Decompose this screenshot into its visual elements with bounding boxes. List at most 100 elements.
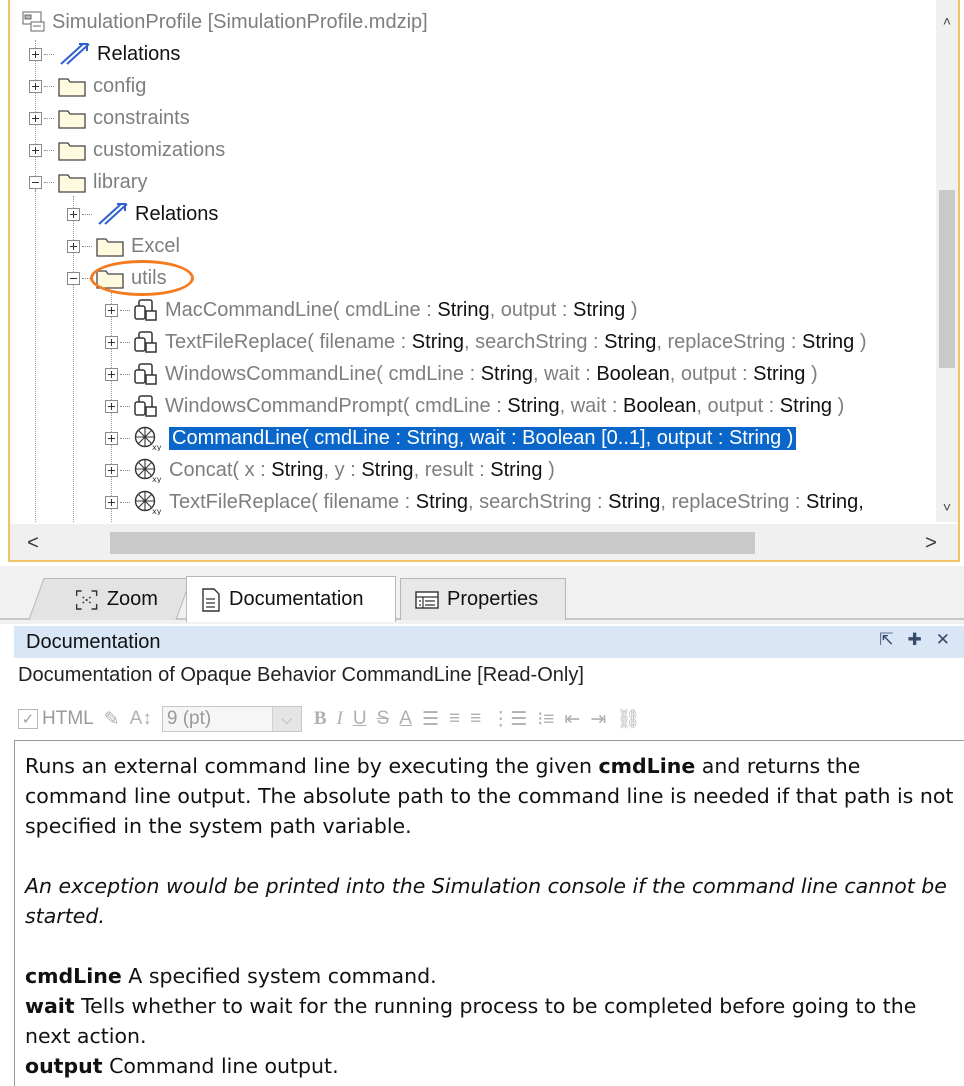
tab-properties[interactable]: Properties bbox=[400, 578, 566, 620]
tree-item-label: customizations bbox=[93, 138, 226, 161]
expand-toggle[interactable] bbox=[105, 431, 118, 445]
opaque-behavior-icon bbox=[133, 298, 159, 322]
expand-toggle[interactable] bbox=[67, 207, 80, 221]
tree-item-label: constraints bbox=[93, 106, 190, 129]
behavior-label: WindowsCommandLine( cmdLine : String, wa… bbox=[165, 362, 818, 385]
font-size-icon[interactable]: A↕ bbox=[130, 708, 152, 730]
font-size-value: 9 (pt) bbox=[166, 708, 212, 729]
opaque-behavior-icon bbox=[133, 394, 159, 418]
panel-title: Documentation bbox=[26, 630, 161, 653]
indent-icon[interactable]: ⇥ bbox=[590, 708, 606, 731]
relations-icon bbox=[57, 42, 91, 66]
tree-item-behavior[interactable]: MacCommandLine( cmdLine : String, output… bbox=[105, 294, 638, 326]
horizontal-scroll-thumb[interactable] bbox=[110, 532, 755, 554]
tree-item-behavior[interactable]: xy TextFileReplace( filename : String, s… bbox=[105, 486, 864, 518]
chevron-down-icon[interactable]: ⌵ bbox=[271, 707, 301, 731]
close-icon[interactable]: ✕ bbox=[936, 630, 950, 650]
scroll-down-arrow-icon[interactable]: ˅ bbox=[936, 496, 958, 518]
tree-item-label: library bbox=[93, 170, 148, 193]
tree-item-relations[interactable]: Relations bbox=[67, 198, 218, 230]
tree-item-label: config bbox=[93, 74, 147, 97]
tree-item-behavior[interactable]: WindowsCommandPrompt( cmdLine : String, … bbox=[105, 390, 844, 422]
vertical-scrollbar[interactable]: ˄ ˅ bbox=[936, 0, 958, 522]
tree-item-behavior[interactable]: WindowsCommandLine( cmdLine : String, wa… bbox=[105, 358, 818, 390]
align-left-icon[interactable]: ☰ bbox=[422, 708, 439, 731]
italic-icon[interactable]: I bbox=[337, 708, 343, 730]
expand-toggle[interactable] bbox=[105, 495, 118, 509]
strikethrough-icon[interactable]: S bbox=[377, 708, 390, 730]
expand-toggle[interactable] bbox=[105, 463, 118, 477]
expand-toggle[interactable] bbox=[29, 143, 42, 157]
documentation-text-area[interactable]: Runs an external command line by executi… bbox=[14, 740, 964, 1086]
folder-icon bbox=[57, 75, 87, 97]
tab-documentation[interactable]: Documentation bbox=[186, 576, 396, 622]
function-behavior-icon: xy bbox=[133, 457, 163, 483]
scroll-left-arrow-icon[interactable]: < bbox=[18, 528, 48, 558]
text-color-icon[interactable]: A bbox=[399, 708, 412, 730]
tree-guide-line bbox=[35, 190, 36, 522]
expand-toggle[interactable] bbox=[29, 79, 42, 93]
svg-text:xy: xy bbox=[152, 443, 162, 451]
tree-root-row[interactable]: SimulationProfile [SimulationProfile.mdz… bbox=[22, 6, 428, 38]
expand-toggle[interactable] bbox=[105, 367, 118, 381]
tree-item-behavior[interactable]: TextFileReplace( filename : String, sear… bbox=[105, 326, 867, 358]
function-behavior-icon: xy bbox=[133, 489, 163, 515]
clear-format-icon[interactable]: ✎ bbox=[104, 708, 120, 731]
tree-item-config[interactable]: config bbox=[29, 70, 146, 102]
expand-toggle[interactable] bbox=[29, 47, 42, 61]
svg-text:xy: xy bbox=[152, 475, 162, 483]
underline-icon[interactable]: U bbox=[353, 708, 367, 730]
behavior-label: WindowsCommandPrompt( cmdLine : String, … bbox=[165, 394, 845, 417]
scroll-right-arrow-icon[interactable]: > bbox=[916, 528, 946, 558]
properties-icon bbox=[415, 590, 439, 610]
align-center-icon[interactable]: ≡ bbox=[449, 708, 460, 730]
collapse-toggle[interactable] bbox=[67, 271, 80, 285]
tab-label: Documentation bbox=[229, 588, 364, 610]
doc-param-cmdline: cmdLine A specified system command. bbox=[25, 964, 437, 988]
folder-open-icon bbox=[57, 171, 87, 193]
align-right-icon[interactable]: ≡ bbox=[470, 708, 481, 730]
expand-toggle[interactable] bbox=[105, 399, 118, 413]
font-size-select[interactable]: 9 (pt) ⌵ bbox=[161, 706, 302, 732]
vertical-scroll-thumb[interactable] bbox=[939, 190, 955, 368]
pin-icon[interactable]: ✚ bbox=[908, 630, 922, 650]
scroll-up-arrow-icon[interactable]: ˄ bbox=[936, 10, 958, 32]
tree-item-behavior[interactable]: xy Concat( x : String, y : String, resul… bbox=[105, 454, 555, 486]
expand-toggle[interactable] bbox=[29, 111, 42, 125]
numbered-list-icon[interactable]: ⋮☰ bbox=[491, 708, 527, 731]
horizontal-scrollbar[interactable]: < > bbox=[10, 524, 958, 560]
highlight-ring bbox=[90, 260, 194, 296]
bullet-list-icon[interactable]: ⁝≡ bbox=[537, 708, 554, 731]
document-icon bbox=[201, 587, 221, 612]
zoom-icon bbox=[75, 589, 99, 611]
html-checkbox[interactable]: ✓ bbox=[18, 709, 38, 729]
link-icon[interactable]: ⛓ bbox=[616, 707, 640, 731]
tree-item-constraints[interactable]: constraints bbox=[29, 102, 190, 134]
tree-item-excel[interactable]: Excel bbox=[67, 230, 180, 262]
html-label: HTML bbox=[42, 708, 94, 729]
doc-paragraph: Runs an external command line by executi… bbox=[25, 754, 954, 838]
tree-root-label: SimulationProfile [SimulationProfile.mdz… bbox=[52, 10, 428, 33]
expand-toggle[interactable] bbox=[105, 303, 118, 317]
behavior-label: TextFileReplace( filename : String, sear… bbox=[165, 330, 867, 353]
folder-icon bbox=[57, 139, 87, 161]
function-behavior-icon: xy bbox=[133, 425, 163, 451]
tab-label: Zoom bbox=[106, 588, 158, 610]
outdent-icon[interactable]: ⇤ bbox=[564, 708, 580, 731]
tree-item-customizations[interactable]: customizations bbox=[29, 134, 225, 166]
expand-toggle[interactable] bbox=[67, 239, 80, 253]
expand-toggle[interactable] bbox=[105, 335, 118, 349]
documentation-toolbar: ✓ HTML ✎ A↕ 9 (pt) ⌵ B I U S A ☰ ≡ ≡ ⋮☰ … bbox=[18, 702, 964, 736]
panel-tab-strip: Zoom Documentation Properties bbox=[0, 566, 964, 624]
tree-item-library[interactable]: library bbox=[29, 166, 147, 198]
tree-item-relations[interactable]: Relations bbox=[29, 38, 180, 70]
collapse-toggle[interactable] bbox=[29, 175, 42, 189]
undock-icon[interactable]: ⇱ bbox=[879, 630, 893, 650]
folder-icon bbox=[57, 107, 87, 129]
containment-tree[interactable]: SimulationProfile [SimulationProfile.mdz… bbox=[10, 0, 940, 522]
tab-zoom[interactable]: Zoom bbox=[28, 578, 192, 620]
behavior-label: TextFileReplace( filename : String, sear… bbox=[169, 490, 864, 513]
bold-icon[interactable]: B bbox=[314, 708, 327, 730]
documentation-subtitle: Documentation of Opaque Behavior Command… bbox=[18, 664, 584, 686]
tree-item-behavior-selected[interactable]: xy CommandLine( cmdLine : String, wait :… bbox=[105, 422, 797, 454]
